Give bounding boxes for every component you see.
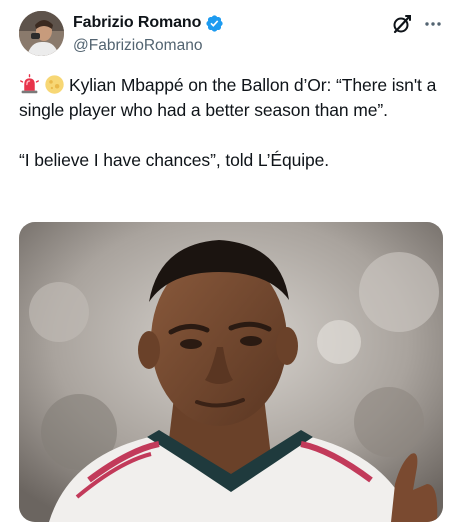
grok-icon[interactable] (390, 12, 414, 36)
avatar-photo-icon (19, 11, 64, 56)
player-photo-icon (19, 222, 443, 522)
more-dots-icon[interactable] (421, 12, 445, 36)
author-handle[interactable]: @FabrizioRomano (73, 37, 202, 55)
siren-emoji-icon (20, 74, 39, 94)
author-name-row: Fabrizio Romano (73, 13, 224, 33)
author-display-name[interactable]: Fabrizio Romano (73, 14, 201, 32)
full-moon-emoji-icon (45, 75, 64, 94)
tweet-media-photo[interactable] (19, 222, 443, 522)
tweet-body: Kylian Mbappé on the Ballon d’Or: “There… (19, 73, 449, 173)
author-avatar[interactable] (19, 11, 64, 56)
verified-badge-icon (206, 14, 223, 32)
tweet: Fabrizio Romano @FabrizioRomano Kylian M… (0, 0, 462, 522)
tweet-text: Kylian Mbappé on the Ballon d’Or: “There… (19, 75, 437, 170)
